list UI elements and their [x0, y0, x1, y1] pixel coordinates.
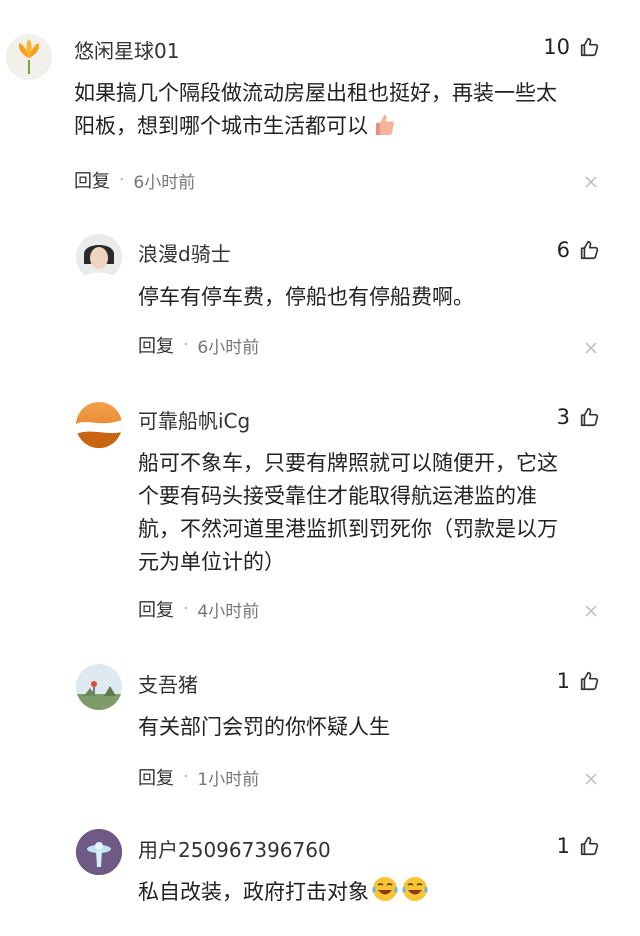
comment-item: 悠闲星球01 10 如果搞几个隔段做流动房屋出租也挺好，再装一些太 阳板，想到哪… — [0, 0, 640, 210]
reply-button[interactable]: 回复 — [138, 596, 174, 622]
username[interactable]: 可靠船帆iCg — [138, 405, 250, 434]
avatar[interactable] — [76, 234, 122, 280]
like-count: 6 — [556, 238, 570, 262]
separator-dot: · — [183, 335, 189, 355]
desert-dune-icon — [76, 402, 122, 448]
separator-dot: · — [119, 170, 125, 190]
thumbs-up-icon — [580, 407, 599, 427]
username[interactable]: 支吾猪 — [138, 669, 198, 698]
comment-meta: 回复 · 1小时前 — [138, 764, 259, 790]
laughing-crying-emoji-icon — [372, 877, 398, 901]
landscape-icon — [76, 664, 122, 710]
timestamp: 6小时前 — [197, 337, 260, 358]
reply-button[interactable]: 回复 — [74, 167, 110, 193]
like-button[interactable]: 10 — [543, 35, 600, 59]
like-count: 10 — [543, 35, 570, 59]
comment-text: 私自改装，政府打击对象 — [138, 880, 369, 904]
thumbs-up-icon — [580, 836, 599, 856]
close-icon[interactable] — [584, 772, 598, 786]
comment-text-line: 有关部门会罚的你怀疑人生 — [138, 715, 390, 739]
default-user-icon — [76, 829, 122, 875]
username[interactable]: 悠闲星球01 — [74, 35, 179, 64]
thumbs-up-emoji-icon — [376, 115, 394, 135]
comment-text-line: 航，不然河道里港监抓到罚死你（罚款是以万 — [138, 517, 558, 541]
thumbs-up-icon — [580, 37, 599, 57]
avatar[interactable] — [76, 829, 122, 875]
person-photo-icon — [76, 234, 122, 280]
reply-button[interactable]: 回复 — [138, 332, 174, 358]
reply-button[interactable]: 回复 — [138, 764, 174, 790]
timestamp: 4小时前 — [197, 601, 260, 622]
timestamp: 1小时前 — [197, 769, 260, 790]
like-count: 1 — [556, 834, 570, 858]
comment-item: 支吾猪 1 有关部门会罚的你怀疑人生 回复 · 1小时前 — [0, 650, 640, 815]
like-count: 3 — [556, 405, 570, 429]
like-count: 1 — [556, 669, 570, 693]
like-button[interactable]: 3 — [557, 405, 600, 429]
username[interactable]: 浪漫d骑士 — [138, 238, 231, 267]
avatar[interactable] — [76, 664, 122, 710]
comment-meta: 回复 · 6小时前 — [138, 332, 259, 358]
separator-dot: · — [183, 767, 189, 787]
close-icon[interactable] — [584, 341, 598, 355]
comment-text-line: 私自改装，政府打击对象 — [138, 875, 429, 909]
separator-dot: · — [183, 599, 189, 619]
thumbs-up-icon — [580, 671, 599, 691]
like-button[interactable]: 6 — [557, 238, 600, 262]
timestamp: 6小时前 — [133, 172, 196, 193]
comment-item: 可靠船帆iCg 3 船可不象车，只要有牌照就可以随便开，它这 个要有码头接受靠住… — [0, 380, 640, 650]
comment-text-line: 船可不象车，只要有牌照就可以随便开，它这 — [138, 451, 558, 475]
comment-text-line: 元为单位计的） — [138, 550, 285, 574]
comment-item: 用户250967396760 1 私自改装，政府打击对象 — [0, 815, 640, 936]
close-icon[interactable] — [584, 604, 598, 618]
username[interactable]: 用户250967396760 — [138, 834, 331, 863]
like-button[interactable]: 1 — [557, 834, 600, 858]
comment-meta: 回复 · 6小时前 — [74, 167, 195, 193]
comment-meta: 回复 · 4小时前 — [138, 596, 259, 622]
comment-item: 浪漫d骑士 6 停车有停车费，停船也有停船费啊。 回复 · 6小时前 — [0, 210, 640, 380]
comment-text-line: 停车有停车费，停船也有停船费啊。 — [138, 285, 474, 309]
comment-text: 阳板，想到哪个城市生活都可以 — [74, 114, 368, 138]
like-button[interactable]: 1 — [557, 669, 600, 693]
thumbs-up-icon — [580, 240, 599, 260]
close-icon[interactable] — [584, 175, 598, 189]
orange-flower-icon — [6, 34, 52, 80]
comment-text-line: 阳板，想到哪个城市生活都可以 — [74, 110, 396, 143]
comment-text-line: 如果搞几个隔段做流动房屋出租也挺好，再装一些太 — [74, 81, 557, 105]
comment-text-line: 个要有码头接受靠住才能取得航运港监的准 — [138, 484, 537, 508]
avatar[interactable] — [6, 34, 52, 80]
avatar[interactable] — [76, 402, 122, 448]
laughing-crying-emoji-icon — [402, 877, 428, 901]
